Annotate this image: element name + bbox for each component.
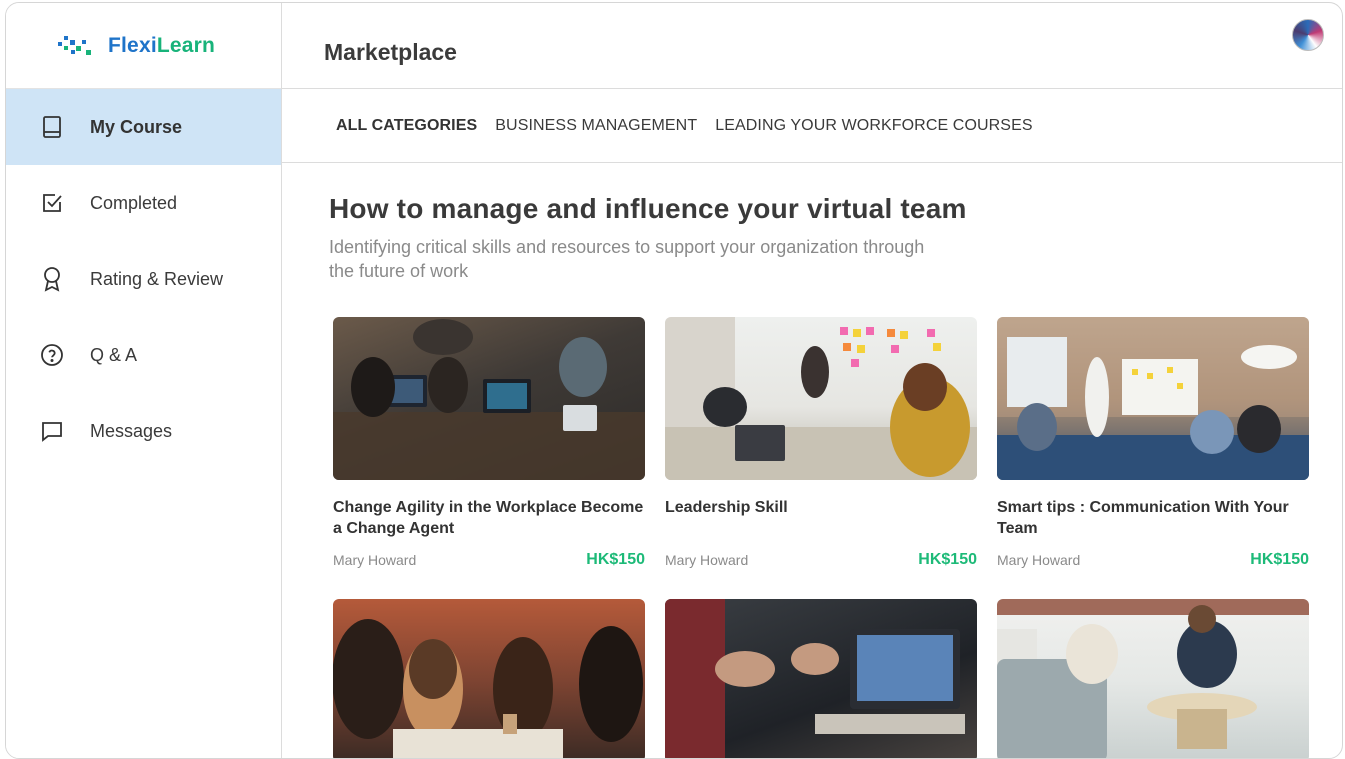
sidebar-item-qa[interactable]: Q & A	[6, 317, 281, 393]
course-price: HK$150	[918, 551, 977, 568]
sidebar-item-completed[interactable]: Completed	[6, 165, 281, 241]
course-price: HK$150	[1250, 551, 1309, 568]
logo-text: FlexiLearn	[108, 34, 215, 58]
course-grid: Change Agility in the Workplace Become a…	[333, 317, 1342, 758]
user-avatar[interactable]	[1292, 19, 1324, 51]
course-card[interactable]: Leadership Skill Mary Howard HK$150	[665, 317, 977, 569]
sidebar-nav: My Course Completed Rating & Review Q & …	[6, 89, 281, 469]
checkbox-icon	[40, 191, 64, 215]
course-title: Leadership Skill	[665, 499, 788, 516]
course-meta: Mary Howard HK$150	[665, 551, 977, 569]
course-card[interactable]	[333, 599, 645, 758]
logo[interactable]: FlexiLearn	[6, 3, 281, 89]
course-author: Mary Howard	[997, 552, 1081, 568]
sidebar-item-label: Rating & Review	[90, 268, 224, 289]
sidebar-item-label: My Course	[90, 116, 183, 137]
section-subtitle: Identifying critical skills and resource…	[329, 237, 925, 281]
course-thumbnail	[997, 599, 1309, 758]
sidebar-item-label: Completed	[90, 192, 178, 213]
main-content: Marketplace ALL CATEGORIES BUSINESS MANA…	[282, 3, 1342, 758]
logo-text-flexi: Flexi	[108, 33, 157, 57]
award-icon	[40, 267, 64, 292]
course-thumbnail	[333, 317, 645, 480]
top-bar: Marketplace	[282, 3, 1342, 89]
tab-all-categories[interactable]: ALL CATEGORIES	[336, 117, 477, 135]
tab-business-management[interactable]: BUSINESS MANAGEMENT	[495, 117, 697, 135]
course-title: Smart tips : Communication With Your Tea…	[997, 499, 1289, 537]
app-window: FlexiLearn My Course Completed Rating & …	[5, 2, 1343, 759]
course-thumbnail	[333, 599, 645, 758]
sidebar-item-rating-review[interactable]: Rating & Review	[6, 241, 281, 317]
page-title: Marketplace	[324, 39, 457, 65]
course-meta: Mary Howard HK$150	[333, 551, 645, 569]
course-thumbnail	[665, 599, 977, 758]
course-price: HK$150	[586, 551, 645, 568]
course-card[interactable]	[997, 599, 1309, 758]
course-card[interactable]: Change Agility in the Workplace Become a…	[333, 317, 645, 569]
sidebar: FlexiLearn My Course Completed Rating & …	[6, 3, 282, 758]
book-icon	[40, 115, 64, 139]
course-thumbnail	[997, 317, 1309, 480]
course-title: Change Agility in the Workplace Become a…	[333, 499, 644, 537]
chat-bubble-icon	[40, 419, 64, 443]
sidebar-item-messages[interactable]: Messages	[6, 393, 281, 469]
course-card[interactable]: Smart tips : Communication With Your Tea…	[997, 317, 1309, 569]
course-thumbnail	[665, 317, 977, 480]
logo-text-learn: Learn	[156, 33, 216, 57]
course-author: Mary Howard	[665, 552, 749, 568]
logo-pixel-icon	[58, 35, 91, 55]
course-card[interactable]	[665, 599, 977, 758]
category-tabs: ALL CATEGORIES BUSINESS MANAGEMENT LEADI…	[282, 89, 1342, 163]
sidebar-item-my-course[interactable]: My Course	[6, 89, 281, 165]
sidebar-item-label: Messages	[90, 420, 173, 441]
sidebar-item-label: Q & A	[90, 344, 138, 365]
course-author: Mary Howard	[333, 552, 417, 568]
section-headline: How to manage and influence your virtual…	[329, 193, 967, 224]
question-circle-icon	[40, 343, 64, 367]
course-meta: Mary Howard HK$150	[997, 551, 1309, 569]
course-section: How to manage and influence your virtual…	[282, 163, 1342, 758]
tab-leading-your-workforce[interactable]: LEADING YOUR WORKFORCE COURSES	[715, 117, 1032, 135]
